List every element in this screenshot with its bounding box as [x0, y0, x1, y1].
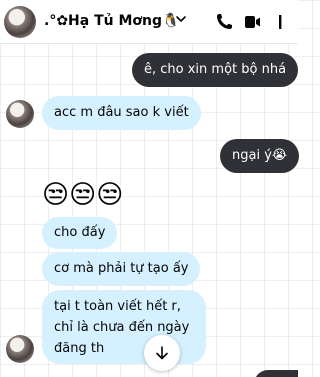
message-outgoing[interactable]: ê, cho xin một bộ nhá [132, 53, 299, 87]
scroll-to-bottom-button[interactable] [144, 335, 180, 371]
phone-icon[interactable] [214, 12, 234, 32]
message-emoji[interactable]: 😒😒😒 [42, 180, 123, 210]
message-incoming[interactable]: cơ mà phải tự tạo ấy [42, 252, 201, 286]
sender-avatar[interactable] [6, 335, 34, 363]
message-outgoing[interactable]: ngại ý😭 [220, 139, 300, 173]
message-outgoing-partial[interactable] [254, 370, 298, 377]
more-icon[interactable] [270, 12, 290, 32]
message-incoming[interactable]: tại t toàn viết hết r, chỉ là chưa đến n… [42, 290, 206, 364]
contact-avatar[interactable] [4, 6, 36, 38]
conversation-header: .°✿Hạ Tủ Mơng🐧 [0, 0, 298, 44]
video-call-icon[interactable] [242, 12, 262, 32]
arrow-down-icon [156, 346, 168, 360]
contact-name[interactable]: .°✿Hạ Tủ Mơng🐧 [44, 13, 179, 29]
sender-avatar[interactable] [6, 100, 34, 128]
chevron-down-icon[interactable] [174, 12, 188, 26]
message-incoming[interactable]: acc m đâu sao k viết [42, 96, 201, 130]
message-incoming[interactable]: cho đấy [42, 217, 118, 249]
